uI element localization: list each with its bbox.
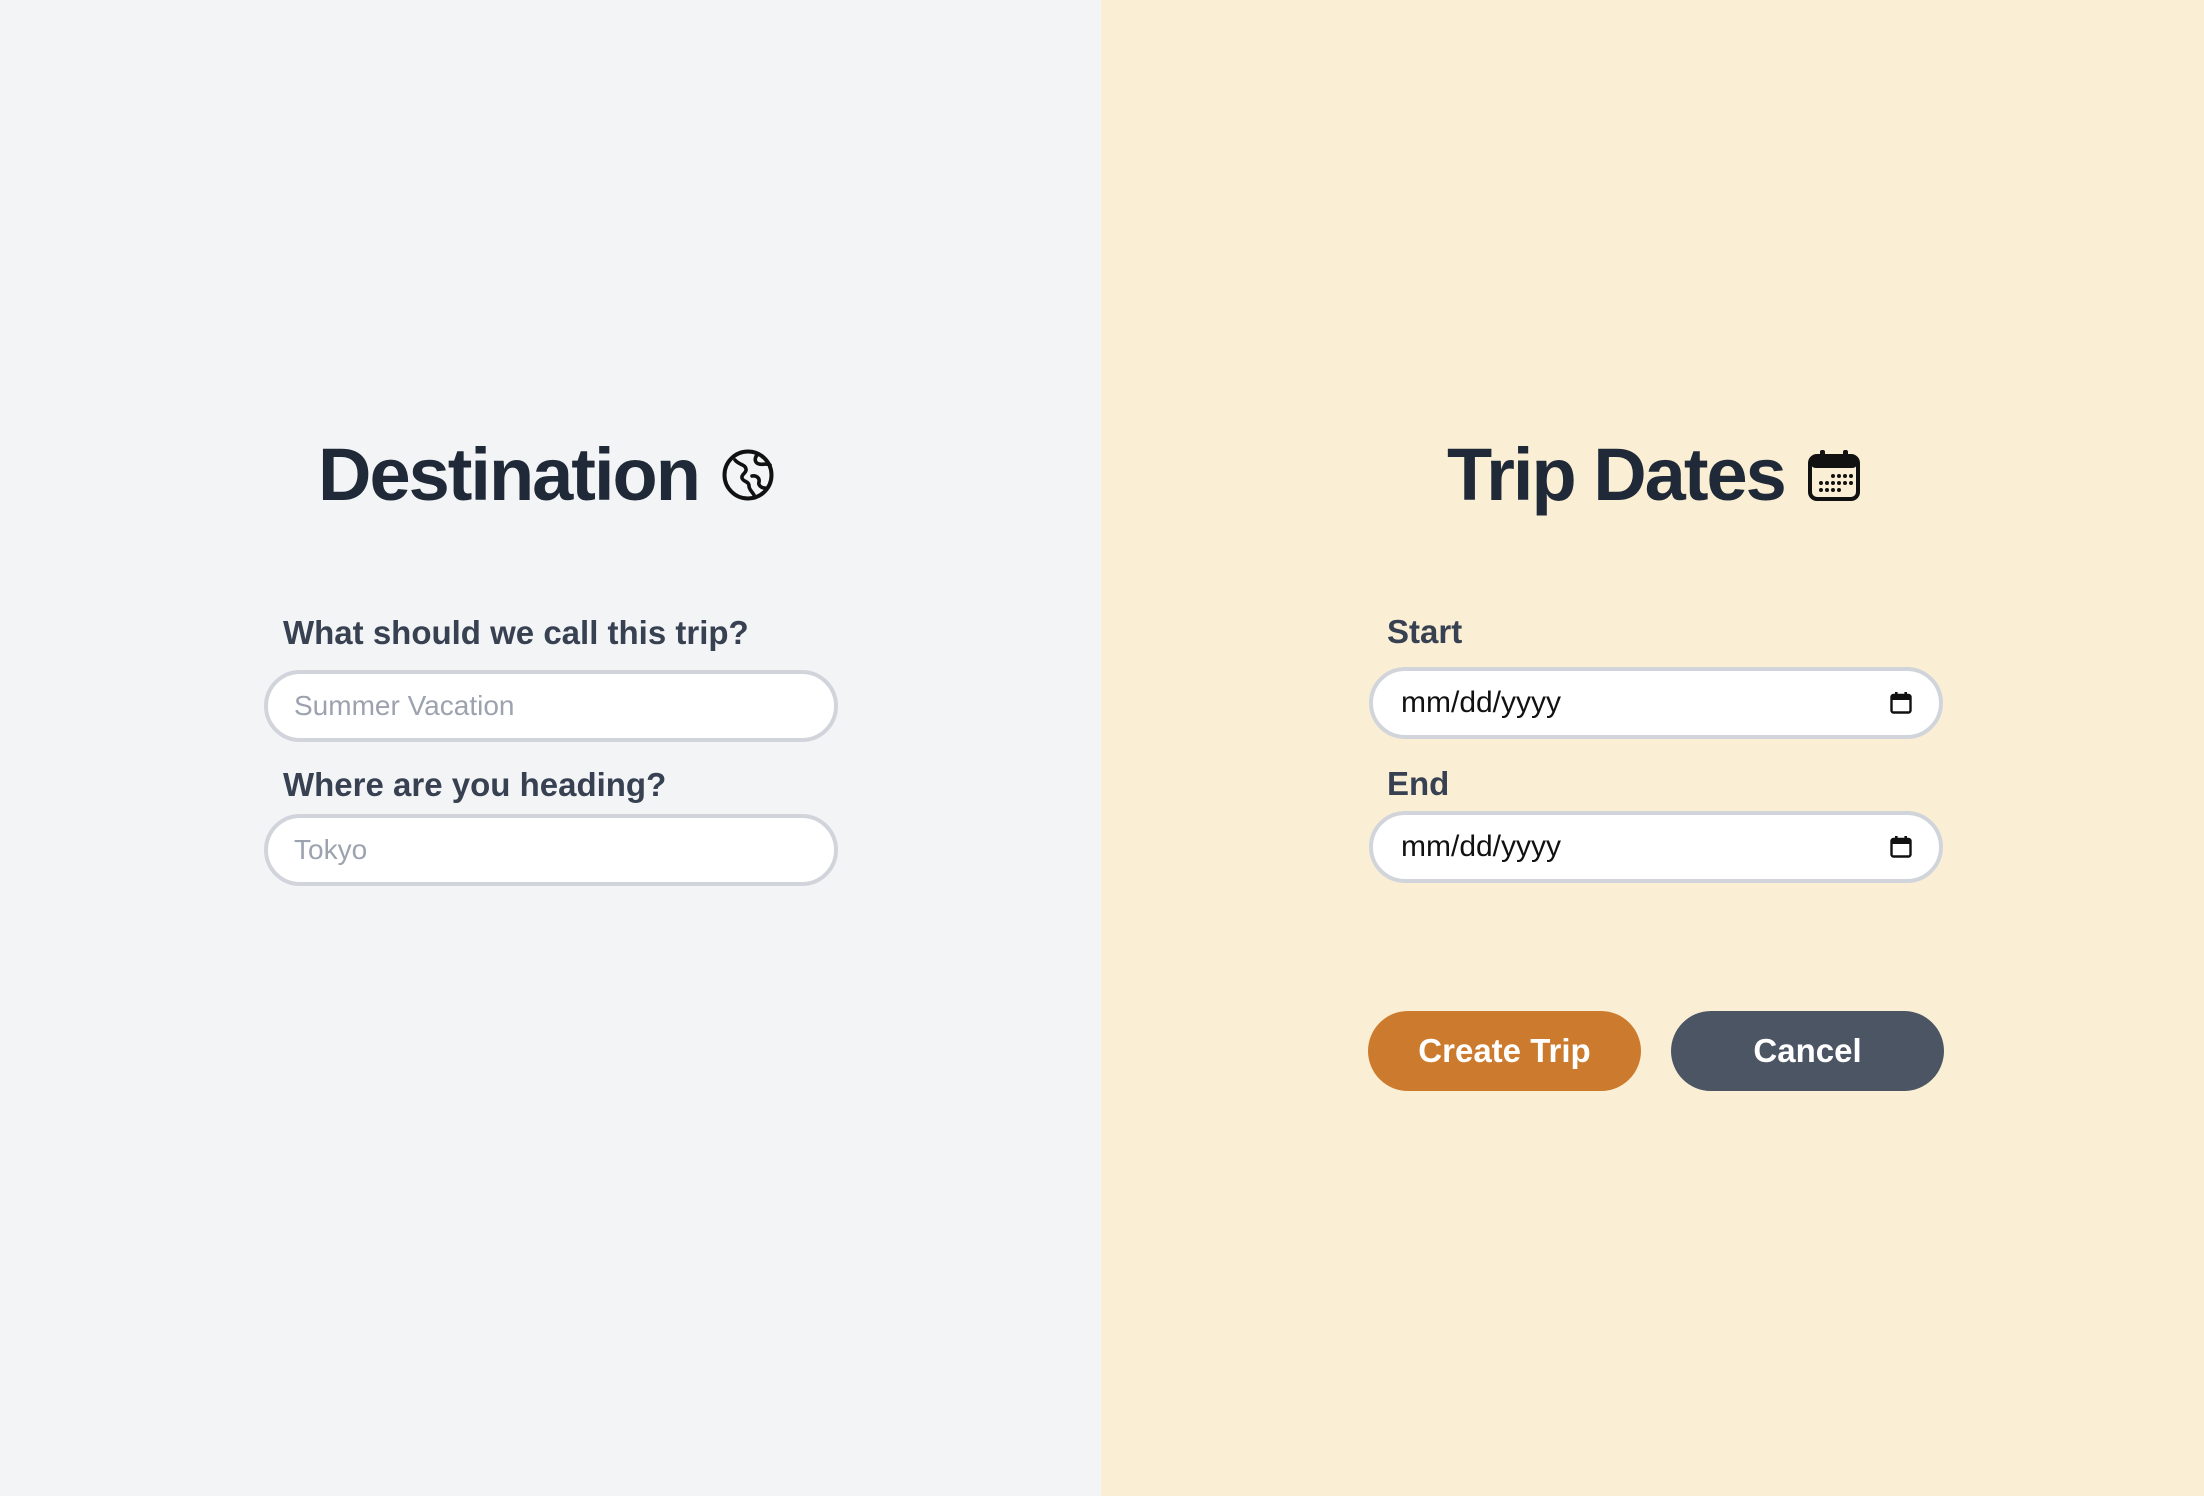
- end-date-label: End: [1387, 765, 1450, 802]
- trip-dates-heading-text: Trip Dates: [1447, 433, 1787, 516]
- start-date-label: Start: [1387, 613, 1463, 650]
- destination-label: Where are you heading?: [283, 766, 667, 803]
- destination-input[interactable]: [264, 814, 838, 886]
- start-date-value: mm/dd/yyyy: [1401, 686, 1562, 719]
- start-date-input[interactable]: mm/dd/yyyy: [1369, 667, 1943, 739]
- trip-name-input[interactable]: [264, 670, 838, 742]
- calendar-icon[interactable]: [1889, 691, 1913, 715]
- end-date-input[interactable]: mm/dd/yyyy: [1369, 811, 1943, 883]
- create-trip-button[interactable]: Create Trip: [1368, 1011, 1641, 1091]
- destination-panel: Destination What should we call this tri…: [0, 0, 1101, 1496]
- trip-dates-heading: Trip Dates: [1447, 432, 1861, 517]
- end-date-value: mm/dd/yyyy: [1401, 830, 1562, 863]
- calendar-icon[interactable]: [1889, 835, 1913, 859]
- cancel-button[interactable]: Cancel: [1671, 1011, 1944, 1091]
- calendar-icon: [1807, 448, 1861, 502]
- trip-name-label: What should we call this trip?: [283, 614, 749, 651]
- destination-heading-text: Destination: [318, 433, 701, 516]
- destination-heading: Destination: [318, 432, 775, 517]
- globe-icon: [721, 448, 775, 502]
- trip-dates-panel: Trip Dates Start mm/dd/yyyy End mm/dd/yy…: [1101, 0, 2204, 1496]
